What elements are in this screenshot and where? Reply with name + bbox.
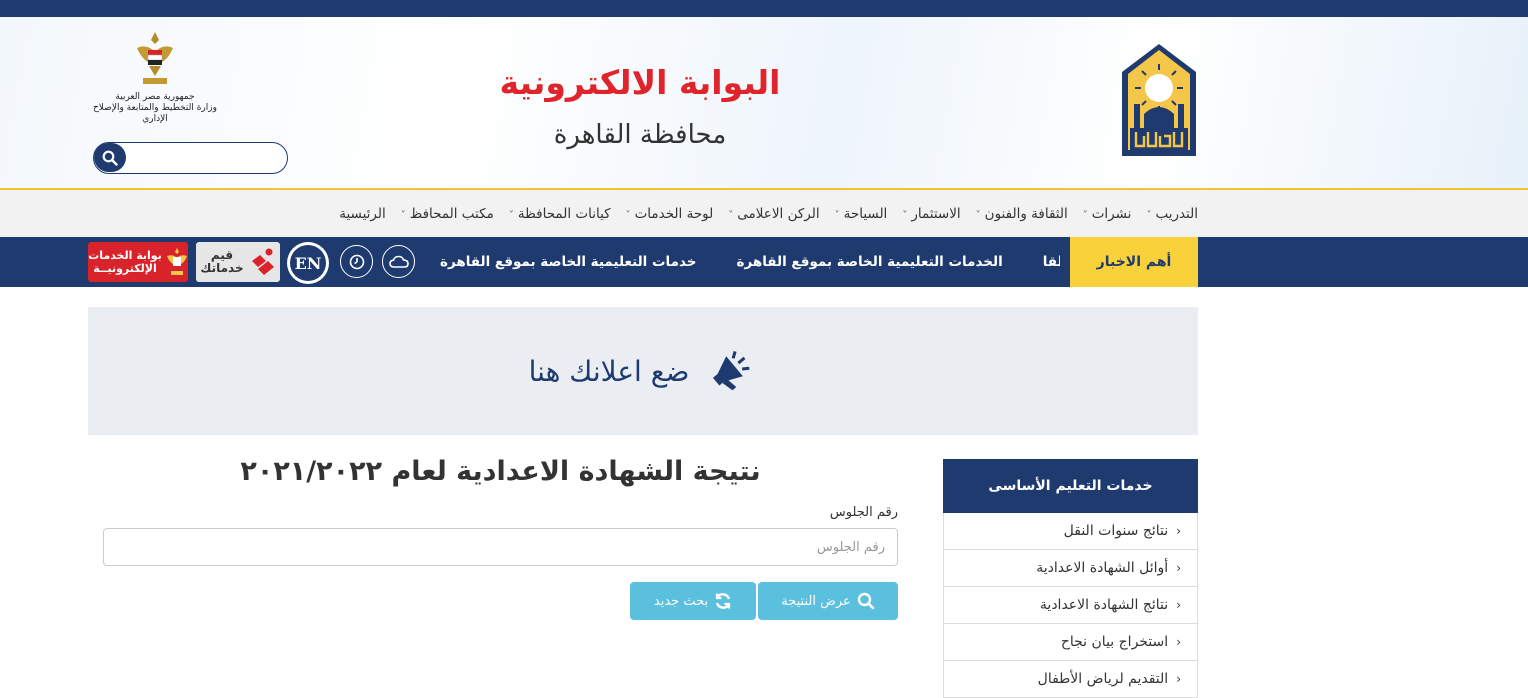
clock-button[interactable] xyxy=(340,245,373,278)
eservices-portal-link[interactable]: بوابة الخدمات الإلكترونيــة xyxy=(88,242,188,282)
nav-item-2[interactable]: كيانات المحافظة˅ xyxy=(509,206,611,222)
ad-text: ضع اعلانك هنا xyxy=(528,354,690,388)
nav-item-6[interactable]: الاستثمار˅ xyxy=(902,206,960,222)
nav-item-label: الثقافة والفنون xyxy=(984,205,1068,222)
chevron-left-icon: ‹ xyxy=(1176,524,1181,538)
search-button[interactable] xyxy=(94,143,126,172)
news-ticker[interactable]: خدمات التعليمية الخاصة بموقع القاهرة الخد… xyxy=(440,237,1060,287)
nav-item-label: مكتب المحافظ xyxy=(409,205,494,222)
chevron-left-icon: ‹ xyxy=(1176,598,1181,612)
main-nav: الرئيسية مكتب المحافظ˅ كيانات المحافظة˅ لوح… xyxy=(0,190,1528,237)
seat-number-input[interactable] xyxy=(103,528,898,566)
site-title-block: البوابة الالكترونية محافظة القاهرة xyxy=(440,60,840,156)
nav-item-5[interactable]: السياحة˅ xyxy=(835,206,888,222)
search-box[interactable] xyxy=(93,142,288,174)
nav-item-9[interactable]: التدريب˅ xyxy=(1146,206,1198,222)
chevron-down-icon: ˅ xyxy=(400,209,406,221)
rate-services-link[interactable]: قيم خدماتك xyxy=(196,242,280,282)
sidebar-menu: ‹ نتائج سنوات النقل ‹ أوائل الشهادة الاعداد… xyxy=(943,513,1198,698)
nav-item-4[interactable]: الركن الاعلامى˅ xyxy=(728,206,819,222)
nav-item-label: الرئيسية xyxy=(339,205,386,222)
show-result-button[interactable]: عرض النتيجة xyxy=(758,582,898,620)
nav-item-label: السياحة xyxy=(843,205,888,222)
weather-button[interactable] xyxy=(382,245,415,278)
news-headline[interactable]: خدمات التعليمية الخاصة بموقع القاهرة xyxy=(440,254,697,270)
chevron-down-icon: ˅ xyxy=(1146,209,1152,221)
search-icon xyxy=(102,150,118,166)
nav-item-label: التدريب xyxy=(1155,205,1198,222)
sidebar-item-label: استخراج بيان نجاح xyxy=(1060,634,1169,650)
chevron-down-icon: ˅ xyxy=(902,209,908,221)
nav-item-7[interactable]: الثقافة والفنون˅ xyxy=(976,206,1068,222)
nav-item-label: الركن الاعلامى xyxy=(737,205,820,222)
nav-item-3[interactable]: لوحة الخدمات˅ xyxy=(626,206,714,222)
sidebar-item-label: نتائج سنوات النقل xyxy=(1063,523,1169,539)
sidebar-item[interactable]: ‹ استخراج بيان نجاح xyxy=(944,624,1197,661)
eagle-emblem-icon xyxy=(137,32,173,84)
cloud-icon xyxy=(388,255,409,268)
ministry-line-1: جمهورية مصر العربية xyxy=(115,92,195,102)
nav-item-8[interactable]: نشرات˅ xyxy=(1083,206,1132,222)
ad-banner[interactable]: ضع اعلانك هنا xyxy=(88,307,1198,435)
megaphone-icon xyxy=(713,350,750,391)
cairo-governorate-logo[interactable] xyxy=(1120,42,1198,158)
rate-logo-icon xyxy=(251,248,274,275)
chevron-down-icon: ˅ xyxy=(625,209,631,221)
new-search-button[interactable]: بحث جديد xyxy=(630,582,756,620)
news-label: أهم الاخبار xyxy=(1070,237,1198,287)
show-result-label: عرض النتيجة xyxy=(781,593,851,609)
sidebar-item[interactable]: ‹ التقديم لرياض الأطفال xyxy=(944,661,1197,698)
ministry-logo[interactable]: جمهورية مصر العربية وزارة التخطيط والمتا… xyxy=(90,30,220,125)
chevron-left-icon: ‹ xyxy=(1176,635,1181,649)
site-subtitle: محافظة القاهرة xyxy=(553,120,727,150)
page-title: نتيجة الشهادة الاعدادية لعام ٢٠٢١/٢٠٢٢ xyxy=(240,456,761,487)
eagle-emblem-small-icon xyxy=(166,248,187,275)
english-site-link[interactable]: EN xyxy=(287,242,329,284)
sidebar-item-label: التقديم لرياض الأطفال xyxy=(1037,671,1169,687)
rate-line-2: خدماتك xyxy=(200,261,244,275)
chevron-down-icon: ˅ xyxy=(975,209,981,221)
sidebar-item-label: نتائج الشهادة الاعدادية xyxy=(1039,597,1169,613)
nav-item-label: الاستثمار xyxy=(911,205,961,222)
ministry-line-2: وزارة التخطيط والمتابعة والإصلاح الإداري xyxy=(93,103,217,124)
top-bar xyxy=(0,0,1528,17)
sidebar-item[interactable]: ‹ نتائج سنوات النقل xyxy=(944,513,1197,550)
chevron-down-icon: ˅ xyxy=(508,209,514,221)
search-icon xyxy=(857,592,875,610)
chevron-down-icon: ˅ xyxy=(834,209,840,221)
nav-item-1[interactable]: مكتب المحافظ˅ xyxy=(401,206,494,222)
nav-item-label: كيانات المحافظة xyxy=(517,205,611,222)
portal-line-2: الإلكترونيــة xyxy=(93,262,157,275)
nav-item-label: لوحة الخدمات xyxy=(634,205,714,222)
seat-number-label: رقم الجلوس xyxy=(829,505,898,520)
sidebar-item[interactable]: ‹ نتائج الشهادة الاعدادية xyxy=(944,587,1197,624)
refresh-icon xyxy=(715,593,731,609)
nav-menu: الرئيسية مكتب المحافظ˅ كيانات المحافظة˅ لوح… xyxy=(339,190,1198,237)
sidebar-item-label: أوائل الشهادة الاعدادية xyxy=(1036,560,1169,576)
chevron-down-icon: ˅ xyxy=(1082,209,1088,221)
news-headline[interactable]: الخدمات التعليمية الخاصة بموقع القا xyxy=(1043,254,1060,270)
nav-item-label: نشرات xyxy=(1091,205,1132,222)
site-title: البوابة الالكترونية xyxy=(499,63,781,102)
chevron-left-icon: ‹ xyxy=(1176,672,1181,686)
portal-line-1: بوابة الخدمات xyxy=(88,249,162,262)
sidebar-item[interactable]: ‹ أوائل الشهادة الاعدادية xyxy=(944,550,1197,587)
clock-icon xyxy=(349,254,364,269)
chevron-left-icon: ‹ xyxy=(1176,561,1181,575)
new-search-label: بحث جديد xyxy=(653,593,709,609)
chevron-down-icon: ˅ xyxy=(728,209,734,221)
cairo-mosque-logo-icon xyxy=(1122,44,1196,156)
news-headline[interactable]: الخدمات التعليمية الخاصة بموقع القاهرة xyxy=(737,254,1003,270)
sidebar-title: خدمات التعليم الأساسى xyxy=(943,459,1198,513)
english-label: EN xyxy=(290,245,326,281)
nav-item-0[interactable]: الرئيسية xyxy=(339,206,386,222)
